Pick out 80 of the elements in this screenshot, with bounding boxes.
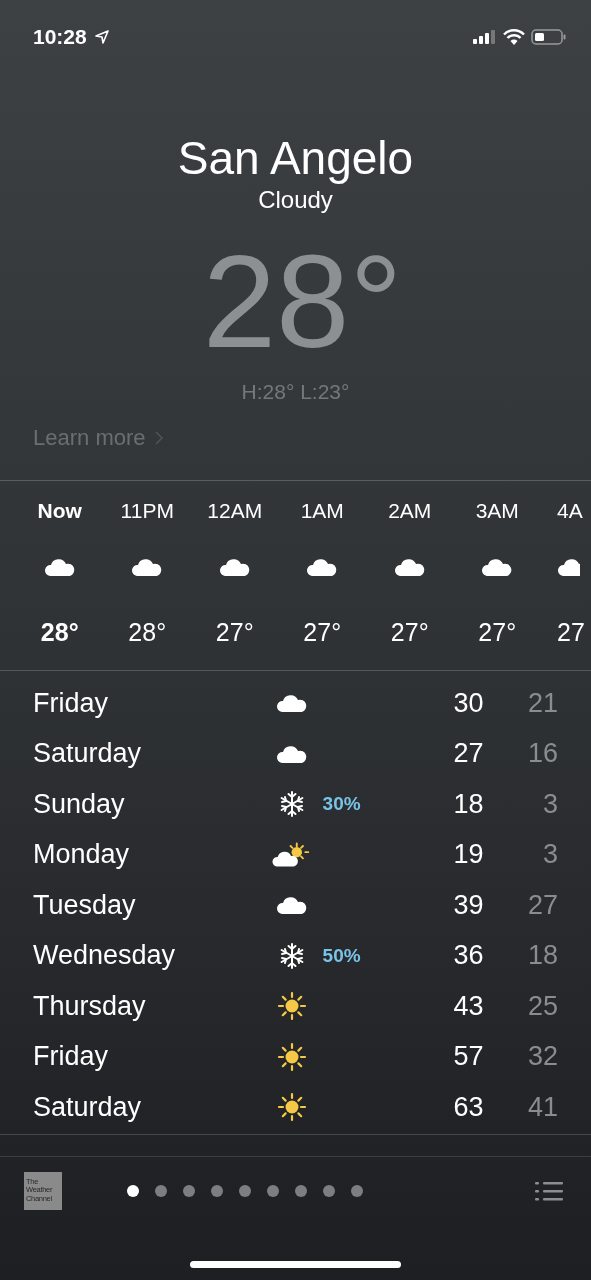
high-temperature: 36 — [452, 940, 484, 972]
low-temperature: 3 — [541, 788, 558, 820]
day-name: Tuesday — [33, 889, 137, 921]
sun-icon — [276, 991, 307, 1022]
page-dot[interactable] — [294, 1184, 307, 1197]
day-name: Friday — [33, 687, 109, 719]
high-temperature: 43 — [452, 990, 484, 1022]
learn-more-link[interactable]: Learn more — [33, 425, 146, 451]
wifi-icon — [503, 29, 525, 45]
hour-label: 4A — [557, 498, 583, 524]
day-name: Sunday — [33, 788, 126, 820]
hour-label: Now — [37, 498, 82, 524]
day-name: Wednesday — [33, 940, 177, 972]
page-dot[interactable] — [126, 1184, 139, 1197]
condition-text: Cloudy — [258, 185, 333, 215]
page-dot[interactable] — [182, 1184, 195, 1197]
hour-label: 12AM — [207, 498, 263, 524]
cloud-icon — [131, 557, 164, 577]
sun-icon — [276, 1092, 307, 1123]
signal-icon — [473, 30, 497, 44]
high-low-text: H:28° L:23° — [241, 379, 350, 405]
page-dot[interactable] — [322, 1184, 335, 1197]
day-name: Friday — [33, 1041, 109, 1073]
day-name: Thursday — [33, 990, 147, 1022]
hour-temperature: 28° — [128, 617, 167, 647]
chevron-icon — [153, 430, 164, 446]
list-icon[interactable] — [535, 1180, 563, 1201]
page-dot[interactable] — [238, 1184, 251, 1197]
high-temperature: 39 — [452, 889, 484, 921]
cloud-icon — [275, 895, 308, 916]
cloud-icon — [275, 743, 308, 764]
cloud-icon — [275, 693, 308, 714]
low-temperature: 16 — [526, 738, 558, 770]
current-temperature: 28° — [202, 228, 403, 376]
hour-temperature: 27 — [557, 617, 585, 647]
status-time: 10:28 — [33, 25, 87, 49]
page-dot[interactable] — [154, 1184, 167, 1197]
sun-icon — [276, 1041, 307, 1072]
hour-temperature: 27° — [215, 617, 254, 647]
snowflake-icon — [278, 791, 305, 818]
low-temperature: 27 — [526, 889, 558, 921]
low-temperature: 18 — [526, 940, 558, 972]
low-temperature: 41 — [526, 1091, 558, 1123]
low-temperature: 3 — [541, 839, 558, 871]
low-temperature: 21 — [526, 687, 558, 719]
page-dot[interactable] — [266, 1184, 279, 1197]
high-temperature: 27 — [452, 738, 484, 770]
hour-label: 1AM — [300, 498, 344, 524]
page-dot[interactable] — [350, 1184, 363, 1197]
high-temperature: 57 — [452, 1041, 484, 1073]
high-temperature: 18 — [452, 788, 484, 820]
cloud-icon — [306, 557, 339, 577]
hour-label: 11PM — [120, 498, 174, 524]
precipitation-chance: 50% — [322, 944, 361, 966]
battery-icon — [531, 29, 567, 45]
high-temperature: 63 — [452, 1091, 484, 1123]
precipitation-chance: 30% — [322, 793, 361, 815]
hour-temperature: 27° — [390, 617, 429, 647]
high-temperature: 30 — [452, 687, 484, 719]
hour-temperature: 27° — [303, 617, 342, 647]
cloud-icon — [393, 557, 426, 577]
location-arrow-icon — [94, 30, 109, 44]
low-temperature: 32 — [526, 1041, 558, 1073]
cloud-icon — [43, 557, 76, 577]
hour-temperature: 28° — [40, 617, 79, 647]
low-temperature: 25 — [526, 990, 558, 1022]
city-name: San Angelo — [177, 131, 414, 185]
high-temperature: 19 — [452, 839, 484, 871]
day-name: Monday — [33, 839, 131, 871]
day-name: Saturday — [33, 738, 143, 770]
hour-label: 2AM — [388, 498, 432, 524]
cloud-icon — [218, 557, 251, 577]
cloud-icon — [481, 557, 514, 577]
page-dot[interactable] — [210, 1184, 223, 1197]
cloud-sun-icon — [271, 840, 312, 869]
hour-temperature: 27° — [478, 617, 517, 647]
cloud-icon — [557, 557, 580, 577]
day-name: Saturday — [33, 1091, 143, 1123]
snowflake-icon — [278, 942, 305, 969]
hour-label: 3AM — [475, 498, 519, 524]
